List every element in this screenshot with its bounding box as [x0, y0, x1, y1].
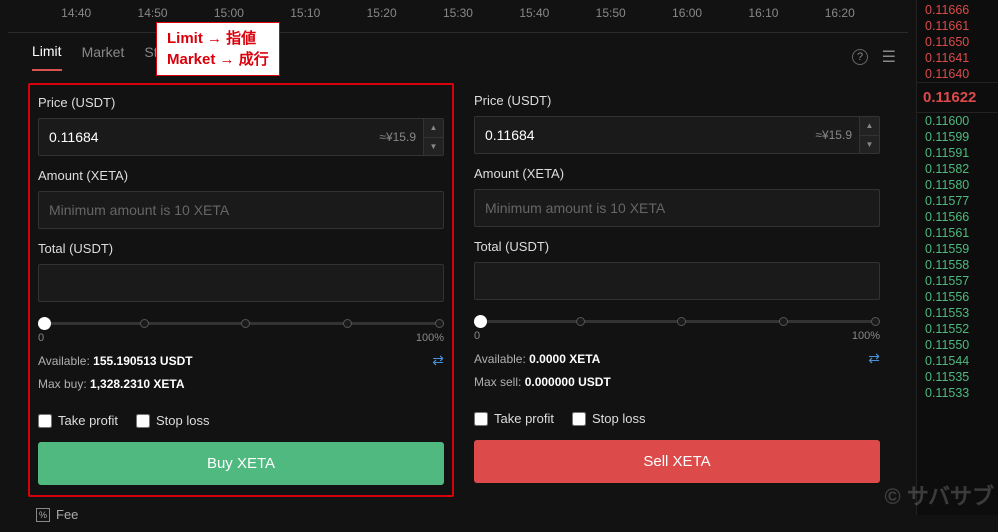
orderbook-ask-row[interactable]: 0.11650 — [917, 34, 998, 50]
sell-take-profit-check[interactable]: Take profit — [474, 411, 554, 426]
orderbook-bid-row[interactable]: 0.11550 — [917, 337, 998, 353]
orderbook-bid-row[interactable]: 0.11580 — [917, 177, 998, 193]
buy-amount-input[interactable] — [38, 191, 444, 229]
sell-amount-input[interactable] — [474, 189, 880, 227]
annotation-tooltip: Limit → 指値 Market → 成行 — [156, 22, 280, 76]
sell-price-stepper[interactable]: ▲▼ — [859, 117, 879, 153]
buy-price-approx: ≈¥15.9 — [379, 130, 416, 144]
sell-price-approx: ≈¥15.9 — [815, 128, 852, 142]
buy-form: Price (USDT) ≈¥15.9 ▲▼ Amount (XETA) Tot… — [28, 83, 454, 497]
order-type-tabs: Limit Market St ? ☰ — [8, 33, 908, 77]
buy-price-stepper[interactable]: ▲▼ — [423, 119, 443, 155]
buy-total-input[interactable] — [38, 264, 444, 302]
orderbook-bid-row[interactable]: 0.11566 — [917, 209, 998, 225]
orderbook-bid-row[interactable]: 0.11544 — [917, 353, 998, 369]
orderbook-bid-row[interactable]: 0.11558 — [917, 257, 998, 273]
sell-stop-loss-check[interactable]: Stop loss — [572, 411, 645, 426]
orderbook-bid-row[interactable]: 0.11561 — [917, 225, 998, 241]
sell-max-value: 0.000000 USDT — [525, 375, 611, 389]
orderbook-bid-row[interactable]: 0.11556 — [917, 289, 998, 305]
sell-amount-label: Amount (XETA) — [474, 166, 880, 181]
orderbook-ask-row[interactable]: 0.11641 — [917, 50, 998, 66]
order-book: 0.116660.116610.116500.116410.116400.116… — [916, 0, 998, 515]
tab-market[interactable]: Market — [82, 44, 125, 70]
sell-price-label: Price (USDT) — [474, 93, 880, 108]
buy-max-value: 1,328.2310 XETA — [90, 377, 185, 391]
buy-amount-label: Amount (XETA) — [38, 168, 444, 183]
orderbook-bid-row[interactable]: 0.11591 — [917, 145, 998, 161]
orderbook-bid-row[interactable]: 0.11577 — [917, 193, 998, 209]
watermark: © サバサブ — [885, 479, 994, 511]
orderbook-current-price: 0.11622 — [917, 82, 998, 113]
orderbook-bid-row[interactable]: 0.11535 — [917, 369, 998, 385]
buy-stop-loss-check[interactable]: Stop loss — [136, 413, 209, 428]
orderbook-bid-row[interactable]: 0.11599 — [917, 129, 998, 145]
help-icon[interactable]: ? — [852, 49, 868, 65]
transfer-icon[interactable]: ⇄ — [432, 352, 444, 369]
buy-total-label: Total (USDT) — [38, 241, 444, 256]
buy-available-value: 155.190513 USDT — [93, 354, 192, 368]
sell-button[interactable]: Sell XETA — [474, 440, 880, 483]
orderbook-bid-row[interactable]: 0.11533 — [917, 385, 998, 401]
buy-price-label: Price (USDT) — [38, 95, 444, 110]
sell-form: Price (USDT) ≈¥15.9 ▲▼ Amount (XETA) Tot… — [466, 83, 888, 497]
buy-button[interactable]: Buy XETA — [38, 442, 444, 485]
tab-limit[interactable]: Limit — [32, 43, 62, 71]
orderbook-bid-row[interactable]: 0.11552 — [917, 321, 998, 337]
buy-take-profit-check[interactable]: Take profit — [38, 413, 118, 428]
orderbook-ask-row[interactable]: 0.11666 — [917, 2, 998, 18]
orderbook-bid-row[interactable]: 0.11553 — [917, 305, 998, 321]
sell-total-input[interactable] — [474, 262, 880, 300]
menu-icon[interactable]: ☰ — [882, 47, 896, 67]
orderbook-bid-row[interactable]: 0.11557 — [917, 273, 998, 289]
orderbook-bid-row[interactable]: 0.11600 — [917, 113, 998, 129]
buy-percent-slider[interactable]: 0100% — [38, 314, 444, 344]
orderbook-bid-row[interactable]: 0.11582 — [917, 161, 998, 177]
sell-total-label: Total (USDT) — [474, 239, 880, 254]
transfer-icon[interactable]: ⇄ — [868, 350, 880, 367]
sell-percent-slider[interactable]: 0100% — [474, 312, 880, 342]
orderbook-ask-row[interactable]: 0.11661 — [917, 18, 998, 34]
orderbook-ask-row[interactable]: 0.11640 — [917, 66, 998, 82]
chart-time-axis: 14:4014:5015:0015:1015:2015:3015:4015:50… — [8, 0, 908, 33]
orderbook-bid-row[interactable]: 0.11559 — [917, 241, 998, 257]
sell-available-value: 0.0000 XETA — [529, 352, 600, 366]
